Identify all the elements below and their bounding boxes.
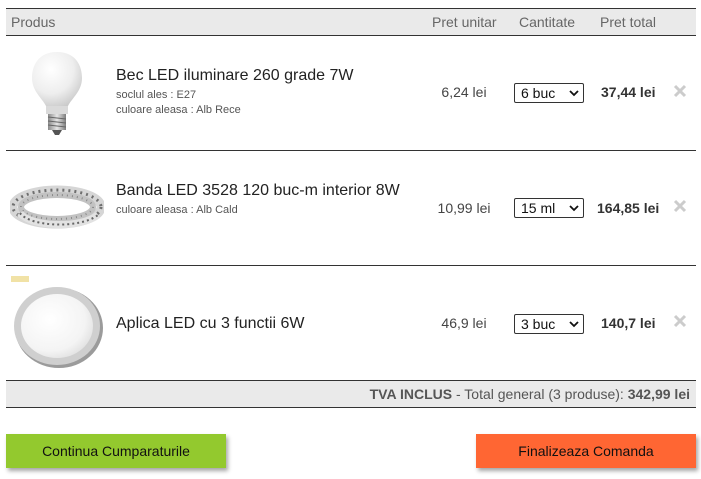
header-product: Produs (11, 14, 56, 30)
summary-separator: - (452, 386, 465, 402)
led-strip-image[interactable] (10, 161, 104, 255)
cart-row: Bec LED iluminare 260 grade 7W soclul al… (6, 36, 696, 151)
line-total: 37,44 lei (601, 84, 656, 100)
product-attribute: culoare aleasa : Alb Rece (116, 104, 241, 116)
product-name[interactable]: Banda LED 3528 120 buc-m interior 8W (116, 182, 400, 200)
remove-item-icon[interactable] (672, 83, 688, 99)
quantity-value: 15 ml (521, 200, 556, 216)
chevron-down-icon (569, 205, 579, 212)
cart-row: Banda LED 3528 120 buc-m interior 8W cul… (6, 151, 696, 266)
continue-shopping-button[interactable]: Continua Cumparaturile (6, 434, 226, 468)
round-ceiling-light-image[interactable] (10, 276, 104, 370)
line-total: 140,7 lei (601, 315, 656, 331)
remove-item-icon[interactable] (672, 313, 688, 329)
header-unit-price: Pret unitar (432, 14, 497, 30)
unit-price: 10,99 lei (437, 200, 491, 216)
finalize-order-button[interactable]: Finalizeaza Comanda (476, 434, 696, 468)
unit-price: 46,9 lei (441, 315, 487, 331)
quantity-select[interactable]: 15 ml (514, 198, 584, 218)
cart-table: Produs Pret unitar Cantitate Pret total (6, 8, 696, 408)
quantity-value: 6 buc (521, 85, 556, 101)
chevron-down-icon (569, 90, 579, 97)
product-attribute: culoare aleasa : Alb Cald (116, 204, 238, 216)
chevron-down-icon (569, 321, 579, 328)
product-attribute: soclul ales : E27 (116, 89, 197, 101)
remove-item-icon[interactable] (672, 198, 688, 214)
quantity-select[interactable]: 6 buc (514, 83, 584, 103)
summary-label: Total general (3 produse): (464, 386, 628, 402)
header-total-price: Pret total (600, 14, 657, 30)
header-quantity: Cantitate (519, 14, 576, 30)
line-total: 164,85 lei (597, 200, 660, 216)
vat-label: TVA INCLUS (369, 386, 453, 402)
led-bulb-image[interactable] (10, 46, 104, 140)
quantity-select[interactable]: 3 buc (514, 314, 584, 334)
cart-header: Produs Pret unitar Cantitate Pret total (6, 8, 696, 36)
grand-total: 342,99 lei (627, 386, 690, 402)
order-summary: TVA INCLUS - Total general (3 produse): … (6, 381, 696, 408)
product-name[interactable]: Bec LED iluminare 260 grade 7W (116, 67, 353, 85)
product-name[interactable]: Aplica LED cu 3 functii 6W (116, 315, 305, 333)
quantity-value: 3 buc (521, 316, 556, 332)
cart-row: Aplica LED cu 3 functii 6W 46,9 lei 3 bu… (6, 266, 696, 381)
unit-price: 6,24 lei (441, 84, 487, 100)
